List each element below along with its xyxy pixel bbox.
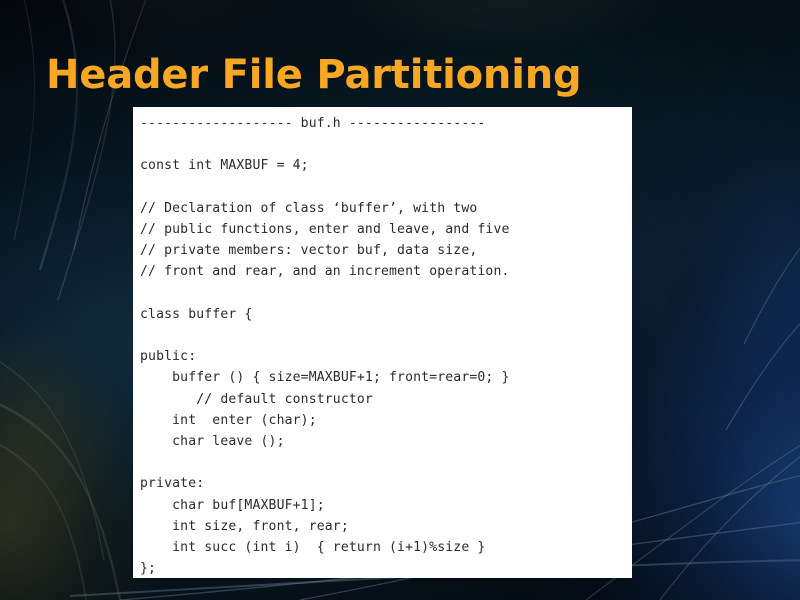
code-listing: ------------------- buf.h --------------… [140, 116, 510, 577]
page-title: Header File Partitioning [46, 52, 582, 98]
code-panel: ------------------- buf.h --------------… [133, 107, 632, 578]
slide: Header File Partitioning ---------------… [0, 0, 800, 600]
